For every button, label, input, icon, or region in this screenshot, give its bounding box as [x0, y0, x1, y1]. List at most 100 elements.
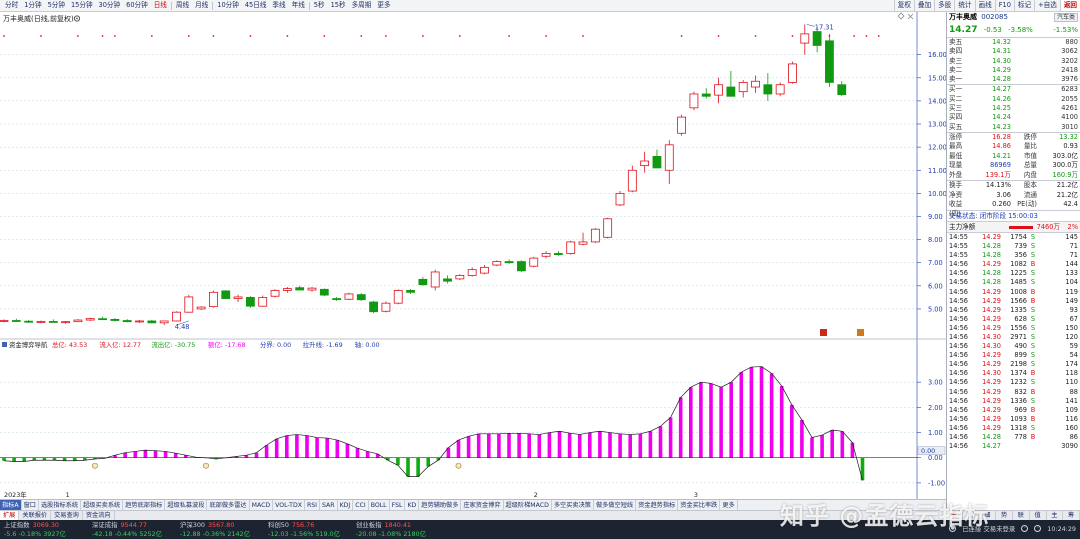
- tick-row[interactable]: 14:56 14.29 1082 B 144: [947, 260, 1080, 269]
- bid-row[interactable]: 买一 14.27 6283: [947, 85, 1080, 94]
- panel-tab[interactable]: 主: [1047, 511, 1064, 520]
- tool-button[interactable]: +自选: [1034, 0, 1060, 11]
- tab-period[interactable]: 60分钟: [123, 0, 151, 11]
- tool-button[interactable]: F10: [994, 0, 1014, 11]
- sub-tab[interactable]: 资金流向: [83, 511, 115, 520]
- tick-v: 1008: [1010, 287, 1027, 296]
- buy-signal-icon[interactable]: [203, 462, 209, 469]
- tick-row[interactable]: 14:56 14.28 1225 S 133: [947, 269, 1080, 278]
- ask-row[interactable]: 卖二 14.29 2418: [947, 66, 1080, 75]
- tool-button[interactable]: 画线: [974, 0, 995, 11]
- tick-row[interactable]: 14:56 14.29 1556 S 150: [947, 324, 1080, 333]
- tab-period[interactable]: 多周期: [349, 0, 375, 11]
- user-icon[interactable]: ◦: [1021, 525, 1029, 532]
- tick-row[interactable]: 14:56 14.29 1566 B 149: [947, 297, 1080, 306]
- tick-row[interactable]: 14:56 14.29 1318 S 160: [947, 424, 1080, 433]
- sub-tab[interactable]: 扩展: [0, 511, 20, 520]
- panel-tab[interactable]: 值: [1030, 511, 1047, 520]
- industry-badge[interactable]: 汽车类: [1053, 13, 1078, 22]
- bid-row[interactable]: 买三 14.25 4261: [947, 104, 1080, 113]
- tick-row[interactable]: 14:56 14.29 628 S 67: [947, 315, 1080, 324]
- tab-separator: [308, 1, 310, 10]
- ask-row[interactable]: 卖一 14.28 3976: [947, 75, 1080, 84]
- sub-tab[interactable]: 交易查询: [51, 511, 83, 520]
- index-ticker[interactable]: 沪深300 3567.80 -12.88 -0.36% 2142亿: [180, 521, 250, 538]
- tick-row[interactable]: 14:56 14.30 490 S 59: [947, 342, 1080, 351]
- event-flag-icon[interactable]: [820, 329, 827, 336]
- tick-row[interactable]: 14:56 14.29 1008 B 119: [947, 288, 1080, 297]
- tick-row[interactable]: 14:56 14.28 1485 S 104: [947, 278, 1080, 287]
- tick-s: S: [1030, 278, 1036, 287]
- chart-area[interactable]: 万丰奥威(日线,前复权) 16.0015.0014.0013.0012.0011…: [0, 12, 946, 499]
- tick-row[interactable]: 14:56 14.29 969 B 109: [947, 406, 1080, 415]
- tick-row[interactable]: 14:56 14.28 778 B 86: [947, 433, 1080, 442]
- tool-button[interactable]: 多股: [934, 0, 954, 11]
- tick-list[interactable]: 14:55 14.29 1754 S 145 14:55 14.28 739 S 71 14:55 1…: [947, 231, 1080, 451]
- indicator-icon[interactable]: [2, 342, 7, 347]
- tool-button[interactable]: 叠加: [913, 0, 934, 11]
- tab-period[interactable]: 季线: [269, 0, 288, 11]
- event-flag-icon[interactable]: [857, 329, 864, 336]
- main-flow-pct: 2%: [1067, 222, 1078, 231]
- tab-period[interactable]: 15秒: [328, 0, 349, 11]
- tick-row[interactable]: 14:56 14.27 3090: [947, 442, 1080, 451]
- lock-icon[interactable]: ◦: [1034, 525, 1042, 532]
- tab-period[interactable]: 月线: [192, 0, 211, 11]
- tab-period[interactable]: 30分钟: [96, 0, 124, 11]
- tick-row[interactable]: 14:56 14.29 2198 S 174: [947, 360, 1080, 369]
- tab-period[interactable]: 分时: [2, 0, 21, 11]
- tab-period[interactable]: 年线: [289, 0, 308, 11]
- tick-row[interactable]: 14:55 14.28 739 S 71: [947, 242, 1080, 251]
- book-label: 卖一: [949, 75, 963, 84]
- tick-row[interactable]: 14:56 14.29 1232 S 110: [947, 378, 1080, 387]
- ask-row[interactable]: 卖三 14.30 3202: [947, 57, 1080, 66]
- panel-tab[interactable]: 笔: [946, 511, 963, 520]
- connection-status[interactable]: 已连接 交易未登录: [962, 524, 1015, 533]
- tick-row[interactable]: 14:55 14.28 356 S 71: [947, 251, 1080, 260]
- tool-button[interactable]: 标记: [1013, 0, 1034, 11]
- bid-row[interactable]: 买四 14.24 4100: [947, 113, 1080, 122]
- index-ticker[interactable]: 科创50 756.76 -12.03 -1.56% 519.0亿: [268, 521, 340, 538]
- tick-row[interactable]: 14:55 14.29 1754 S 145: [947, 233, 1080, 242]
- tab-period[interactable]: 5分钟: [45, 0, 68, 11]
- candle-body: [554, 253, 563, 256]
- tick-row[interactable]: 14:56 14.29 832 B 88: [947, 388, 1080, 397]
- panel-tab[interactable]: 细: [980, 511, 997, 520]
- tick-row[interactable]: 14:56 14.30 2971 S 120: [947, 333, 1080, 342]
- index-ticker[interactable]: 上证指数 3069.30 -5.6 -0.18% 3927亿: [4, 521, 66, 538]
- tab-period[interactable]: 更多: [374, 0, 393, 11]
- tab-period[interactable]: 5秒: [311, 0, 328, 11]
- tab-period[interactable]: 周线: [173, 0, 192, 11]
- ask-row[interactable]: 卖五 14.32 880: [947, 38, 1080, 47]
- tick-row[interactable]: 14:56 14.29 1336 S 141: [947, 397, 1080, 406]
- tab-period[interactable]: 日线: [151, 0, 170, 11]
- tick-p: 14.29: [982, 396, 1001, 405]
- sub-tab[interactable]: 关联报价: [19, 511, 52, 520]
- bid-row[interactable]: 买五 14.23 3010: [947, 123, 1080, 132]
- tool-button[interactable]: 复权: [893, 0, 914, 11]
- tick-row[interactable]: 14:56 14.29 1335 S 93: [947, 306, 1080, 315]
- bid-row[interactable]: 买二 14.26 2055: [947, 95, 1080, 104]
- tick-row[interactable]: 14:56 14.29 899 S 54: [947, 351, 1080, 360]
- flow-bar: [295, 434, 299, 458]
- buy-signal-icon[interactable]: [455, 462, 462, 469]
- index-ticker[interactable]: 创业板指 1840.41 -20.08 -1.08% 2180亿: [356, 521, 426, 538]
- tick-row[interactable]: 14:56 14.29 1093 B 116: [947, 415, 1080, 424]
- candle: [677, 114, 686, 136]
- index-ticker[interactable]: 深证成指 9544.77 -42.18 -0.44% 5252亿: [92, 521, 162, 538]
- panel-tab[interactable]: 势: [996, 511, 1013, 520]
- tick-s: S: [1030, 305, 1036, 314]
- tab-period[interactable]: 45日线: [242, 0, 270, 11]
- panel-tab[interactable]: 联: [1013, 511, 1030, 520]
- tab-period[interactable]: 10分钟: [214, 0, 242, 11]
- tick-row[interactable]: 14:56 14.30 1374 B 118: [947, 369, 1080, 378]
- tool-button[interactable]: 返回: [1059, 0, 1080, 11]
- buy-signal-icon[interactable]: [92, 462, 98, 469]
- tool-button[interactable]: 统计: [954, 0, 974, 11]
- tab-period[interactable]: 1分钟: [21, 0, 44, 11]
- tab-period[interactable]: 15分钟: [68, 0, 96, 11]
- index-change-line: -12.03 -1.56% 519.0亿: [268, 530, 340, 539]
- panel-tab[interactable]: 筹: [1063, 511, 1080, 520]
- panel-tab[interactable]: 价: [963, 511, 980, 520]
- ask-row[interactable]: 卖四 14.31 3062: [947, 47, 1080, 56]
